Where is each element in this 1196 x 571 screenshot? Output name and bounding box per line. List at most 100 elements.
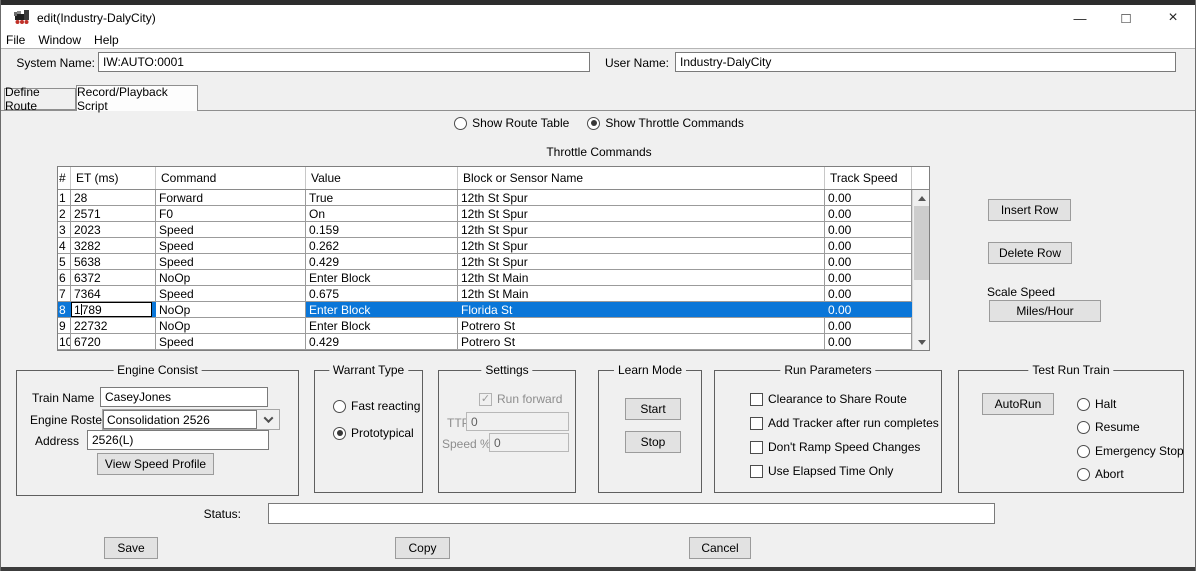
close-icon[interactable]: × xyxy=(1156,5,1190,31)
table-cell[interactable]: 0.675 xyxy=(306,286,458,301)
table-cell[interactable]: 9 xyxy=(58,318,71,333)
table-cell[interactable]: 0.00 xyxy=(825,270,912,285)
table-cell[interactable]: 0.00 xyxy=(825,254,912,269)
checkbox-add-tracker[interactable]: Add Tracker after run completes xyxy=(750,416,939,430)
table-cell[interactable]: Potrero St xyxy=(458,318,825,333)
table-cell[interactable]: 12th St Spur xyxy=(458,254,825,269)
scroll-down-icon[interactable] xyxy=(913,334,930,350)
start-button[interactable]: Start xyxy=(625,398,681,420)
table-cell[interactable]: Speed xyxy=(156,238,306,253)
table-cell[interactable]: 3282 xyxy=(71,238,156,253)
title-bar[interactable]: edit(Industry-DalyCity) — □ × xyxy=(1,5,1196,31)
table-row[interactable]: 22571F0On12th St Spur0.00 xyxy=(58,206,929,222)
delete-row-button[interactable]: Delete Row xyxy=(988,242,1072,264)
table-cell[interactable]: F0 xyxy=(156,206,306,221)
col-header-track-speed[interactable]: Track Speed xyxy=(825,167,912,189)
table-cell[interactable]: 22732 xyxy=(71,318,156,333)
table-cell[interactable]: 12th St Spur xyxy=(458,206,825,221)
tab-record-playback-script[interactable]: Record/Playback Script xyxy=(76,85,198,111)
table-row[interactable]: 55638Speed0.42912th St Spur0.00 xyxy=(58,254,929,270)
table-cell[interactable]: 1789 xyxy=(71,302,156,317)
train-name-input[interactable]: CaseyJones xyxy=(100,387,268,407)
table-cell[interactable]: 10 xyxy=(58,334,71,349)
table-cell[interactable]: True xyxy=(306,190,458,205)
table-row[interactable]: 81789NoOpEnter BlockFlorida St0.00 xyxy=(58,302,929,318)
table-cell[interactable]: 12th St Spur xyxy=(458,190,825,205)
table-cell[interactable]: 12th St Spur xyxy=(458,238,825,253)
table-cell[interactable]: 0.00 xyxy=(825,206,912,221)
col-header-command[interactable]: Command xyxy=(156,167,306,189)
maximize-icon[interactable]: □ xyxy=(1109,5,1143,31)
table-cell[interactable]: 6720 xyxy=(71,334,156,349)
table-cell[interactable]: Florida St xyxy=(458,302,825,317)
table-row[interactable]: 77364Speed0.67512th St Main0.00 xyxy=(58,286,929,302)
table-cell[interactable]: 0.429 xyxy=(306,334,458,349)
table-cell[interactable]: 3 xyxy=(58,222,71,237)
table-cell[interactable]: 1 xyxy=(58,190,71,205)
scrollbar-thumb[interactable] xyxy=(914,206,929,280)
save-button[interactable]: Save xyxy=(104,537,158,559)
table-cell[interactable]: Speed xyxy=(156,254,306,269)
stop-button[interactable]: Stop xyxy=(625,431,681,453)
table-cell[interactable]: On xyxy=(306,206,458,221)
col-header-block[interactable]: Block or Sensor Name xyxy=(458,167,825,189)
table-cell[interactable]: NoOp xyxy=(156,270,306,285)
table-cell[interactable]: 8 xyxy=(58,302,71,317)
col-header-num[interactable]: # xyxy=(58,167,71,189)
table-cell[interactable]: 0.00 xyxy=(825,238,912,253)
table-cell[interactable]: 0.00 xyxy=(825,286,912,301)
table-cell[interactable]: 0.429 xyxy=(306,254,458,269)
table-row[interactable]: 43282Speed0.26212th St Spur0.00 xyxy=(58,238,929,254)
table-cell[interactable]: 0.00 xyxy=(825,302,912,317)
autorun-button[interactable]: AutoRun xyxy=(982,393,1054,415)
radio-show-throttle-commands[interactable]: Show Throttle Commands xyxy=(587,116,744,130)
table-cell[interactable]: 7 xyxy=(58,286,71,301)
radio-prototypical[interactable]: Prototypical xyxy=(333,426,414,440)
table-scrollbar[interactable] xyxy=(912,190,929,350)
table-cell[interactable]: 6 xyxy=(58,270,71,285)
radio-show-route-table[interactable]: Show Route Table xyxy=(454,116,569,130)
table-cell[interactable]: 2571 xyxy=(71,206,156,221)
minimize-icon[interactable]: — xyxy=(1063,5,1097,31)
view-speed-profile-button[interactable]: View Speed Profile xyxy=(97,453,214,475)
table-cell[interactable]: 0.00 xyxy=(825,318,912,333)
table-cell[interactable]: NoOp xyxy=(156,302,306,317)
table-cell[interactable]: Speed xyxy=(156,222,306,237)
table-cell[interactable]: 12th St Spur xyxy=(458,222,825,237)
menu-window[interactable]: Window xyxy=(38,33,88,47)
radio-fast-reacting[interactable]: Fast reacting xyxy=(333,399,420,413)
table-cell[interactable]: Speed xyxy=(156,286,306,301)
copy-button[interactable]: Copy xyxy=(395,537,450,559)
table-cell[interactable]: Enter Block xyxy=(306,270,458,285)
table-cell[interactable]: Speed xyxy=(156,334,306,349)
table-cell[interactable]: Enter Block xyxy=(306,318,458,333)
table-cell[interactable]: 0.00 xyxy=(825,222,912,237)
col-header-et[interactable]: ET (ms) xyxy=(71,167,156,189)
table-cell[interactable]: 2 xyxy=(58,206,71,221)
chevron-down-icon[interactable] xyxy=(257,410,279,429)
table-cell[interactable]: 0.00 xyxy=(825,334,912,349)
radio-emergency-stop[interactable]: Emergency Stop xyxy=(1077,444,1184,458)
status-input[interactable] xyxy=(268,503,995,524)
table-cell[interactable]: 28 xyxy=(71,190,156,205)
system-name-input[interactable]: IW:AUTO:0001 xyxy=(98,52,590,72)
address-input[interactable]: 2526(L) xyxy=(87,430,269,450)
radio-resume[interactable]: Resume xyxy=(1077,420,1140,434)
table-cell[interactable]: 12th St Main xyxy=(458,286,825,301)
col-header-value[interactable]: Value xyxy=(306,167,458,189)
checkbox-use-elapsed-time[interactable]: Use Elapsed Time Only xyxy=(750,464,893,478)
scale-speed-button[interactable]: Miles/Hour xyxy=(989,300,1101,322)
table-row[interactable]: 106720Speed0.429Potrero St0.00 xyxy=(58,334,929,350)
table-cell[interactable]: 2023 xyxy=(71,222,156,237)
table-cell[interactable]: 4 xyxy=(58,238,71,253)
scroll-up-icon[interactable] xyxy=(913,190,930,206)
table-cell[interactable]: 12th St Main xyxy=(458,270,825,285)
table-cell[interactable]: 5638 xyxy=(71,254,156,269)
menu-file[interactable]: File xyxy=(6,33,32,47)
checkbox-dont-ramp-speed[interactable]: Don't Ramp Speed Changes xyxy=(750,440,920,454)
engine-roster-combobox[interactable]: Consolidation 2526 xyxy=(102,409,280,430)
checkbox-clearance-share-route[interactable]: Clearance to Share Route xyxy=(750,392,907,406)
table-cell[interactable]: 0.159 xyxy=(306,222,458,237)
tab-define-route[interactable]: Define Route xyxy=(4,88,76,110)
table-cell[interactable]: 0.00 xyxy=(825,190,912,205)
